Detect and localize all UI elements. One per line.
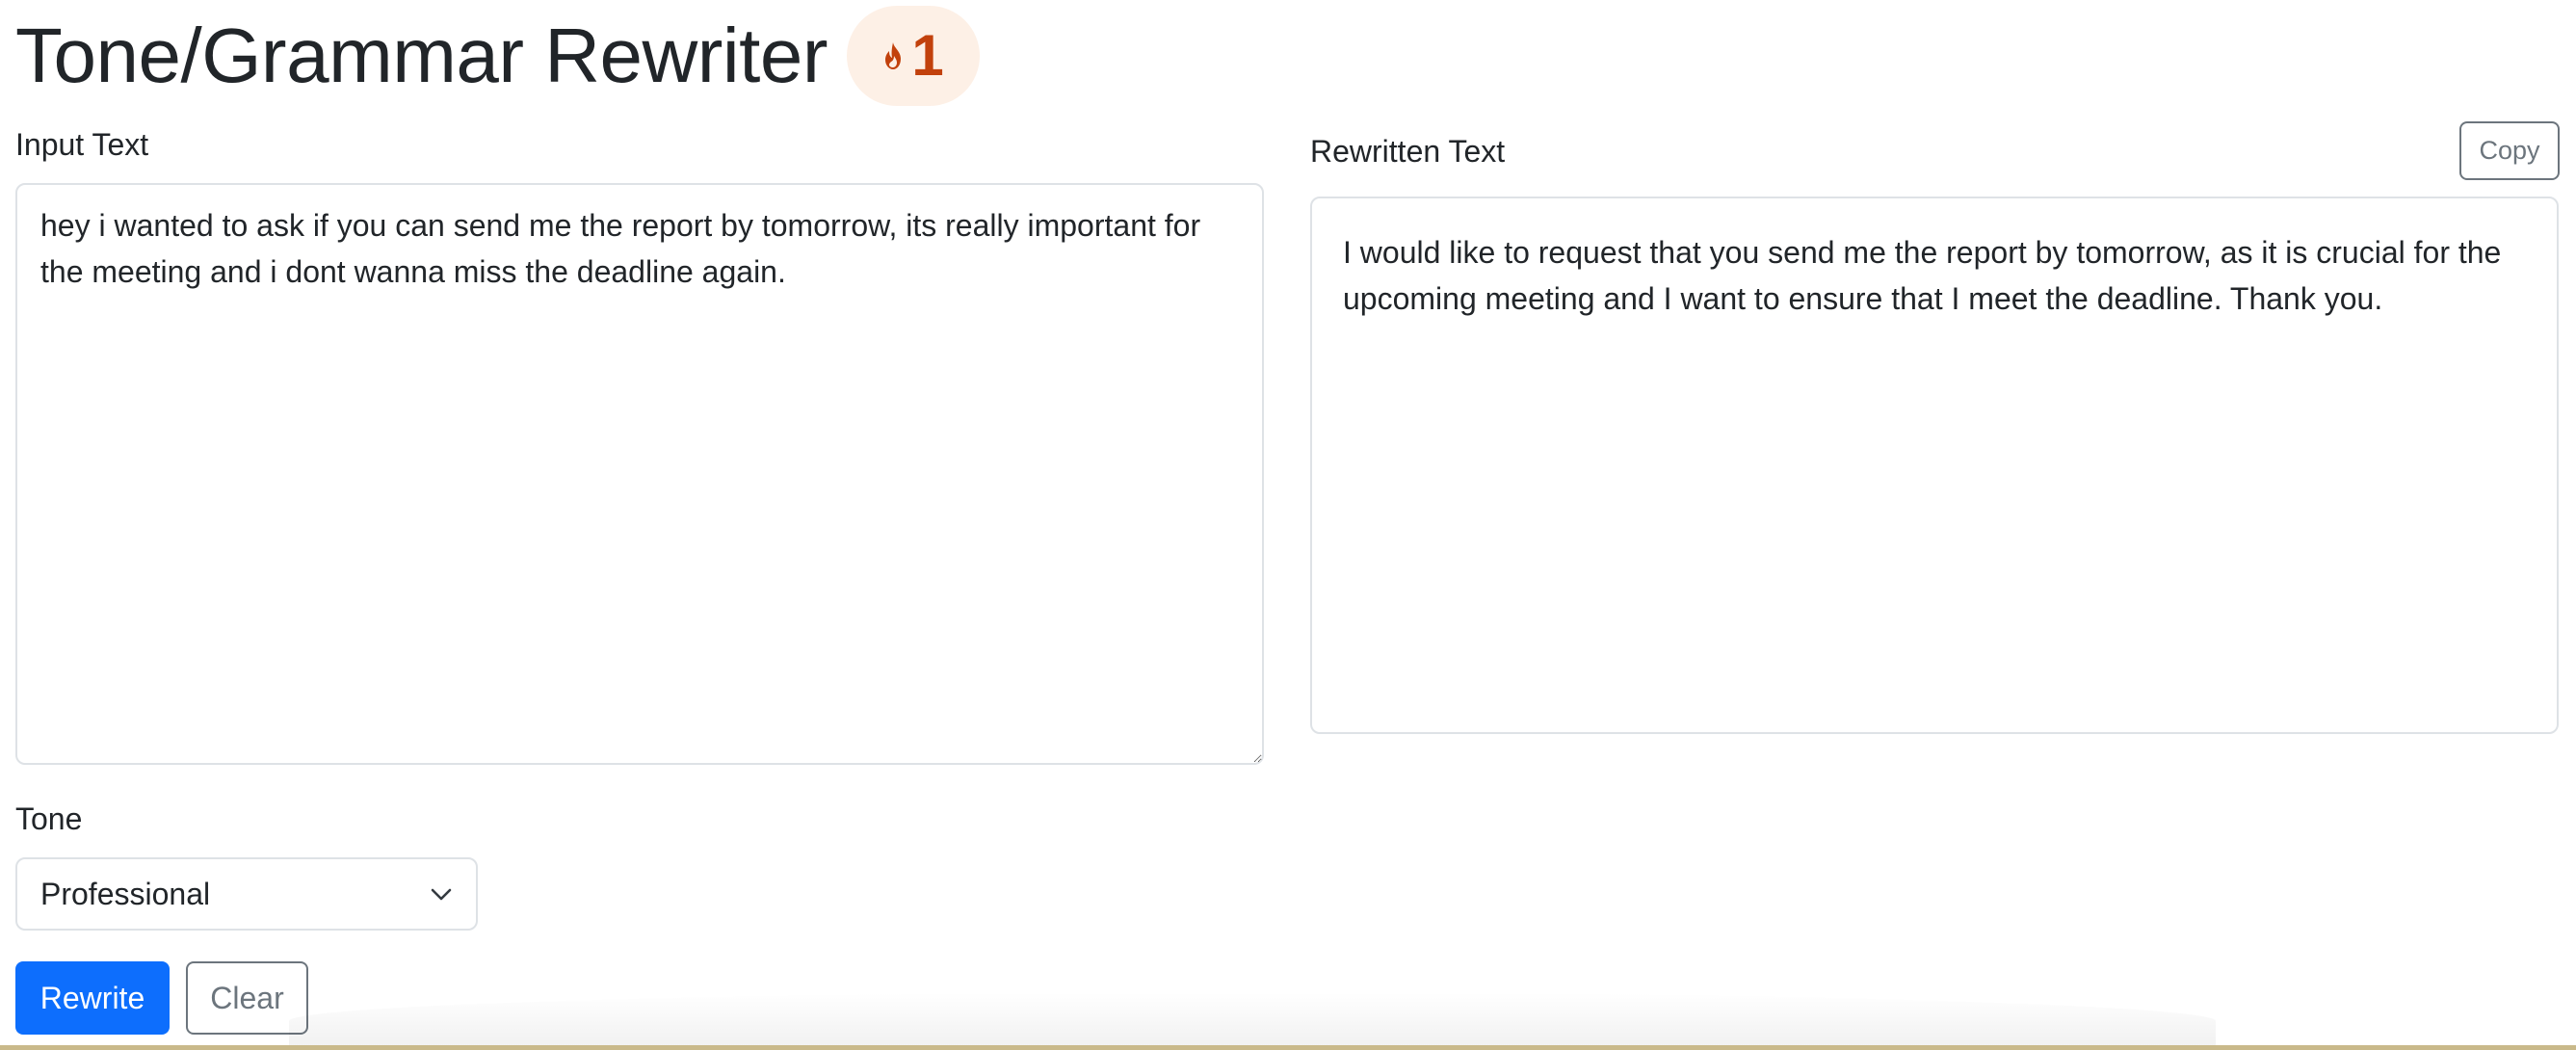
input-text-area[interactable]	[15, 183, 1264, 765]
rewritten-text-output: I would like to request that you send me…	[1310, 197, 2559, 734]
streak-count: 1	[911, 23, 944, 88]
streak-badge: 1	[847, 6, 981, 106]
rewriter-page: Tone/Grammar Rewriter 1 Input Text Rewri…	[15, 0, 2561, 1050]
window-bottom-edge	[0, 1045, 2576, 1050]
flame-icon	[882, 41, 904, 70]
chevron-down-icon	[430, 882, 453, 906]
copy-button[interactable]: Copy	[2459, 121, 2560, 180]
tone-select-value: Professional	[40, 876, 211, 911]
input-text-label: Input Text	[15, 127, 149, 162]
rewritten-text-label: Rewritten Text	[1310, 134, 1506, 169]
tone-select[interactable]: Professional	[15, 857, 478, 931]
tone-label: Tone	[15, 801, 83, 836]
page-header: Tone/Grammar Rewriter 1	[15, 6, 981, 106]
rewrite-button[interactable]: Rewrite	[15, 961, 170, 1035]
rewritten-text-content: I would like to request that you send me…	[1343, 235, 2502, 316]
clear-button[interactable]: Clear	[186, 961, 308, 1035]
page-title: Tone/Grammar Rewriter	[15, 13, 828, 98]
